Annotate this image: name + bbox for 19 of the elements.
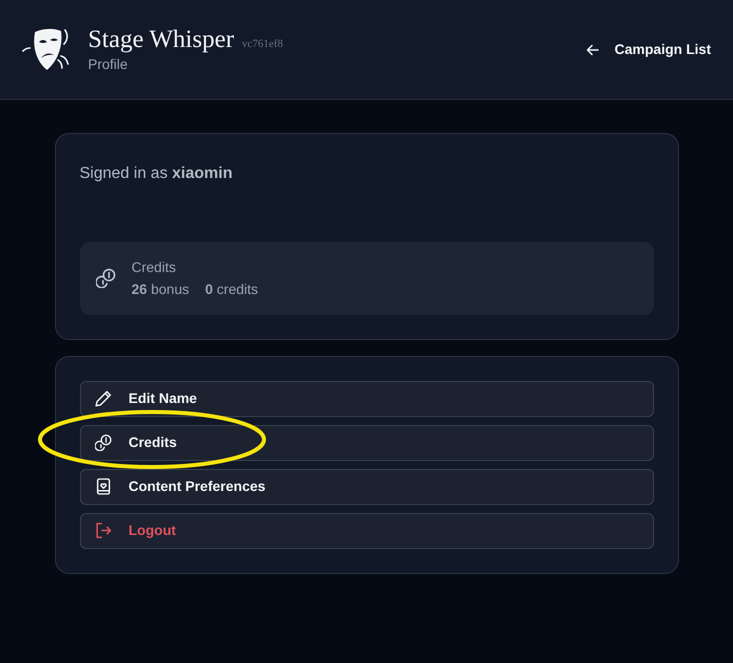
credit-balance: 26 bonus: [132, 280, 190, 298]
coins-icon: [96, 268, 116, 288]
menu-item[interactable]: Content Preferences: [80, 468, 654, 505]
menu-item[interactable]: Logout: [80, 512, 654, 549]
back-link[interactable]: Campaign List: [586, 35, 711, 64]
coins-icon: [94, 434, 112, 452]
book-icon: [94, 478, 112, 496]
credit-balance: 0 credits: [205, 280, 258, 298]
logout-icon: [94, 522, 112, 540]
app-title: Stage Whisper: [88, 26, 234, 54]
theater-mask-logo-icon: [22, 26, 72, 72]
arrow-left-icon: [586, 44, 599, 56]
menu-item[interactable]: Credits: [80, 424, 654, 461]
signed-in-text: Signed in as xiaomin: [80, 164, 234, 184]
pencil-icon: [94, 390, 112, 408]
version-label: vc761ef8: [242, 36, 283, 52]
credits-label: Credits: [132, 259, 177, 276]
menu-item[interactable]: Edit Name: [80, 380, 654, 417]
page-subtitle: Profile: [88, 56, 129, 74]
